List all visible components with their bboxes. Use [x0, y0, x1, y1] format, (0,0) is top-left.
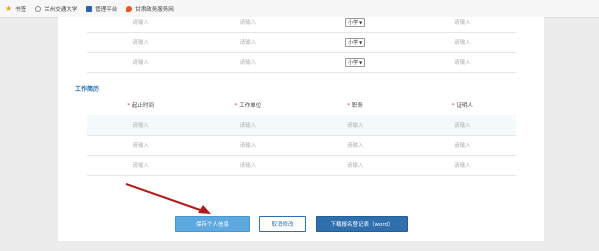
- annotation-arrow: [125, 183, 211, 214]
